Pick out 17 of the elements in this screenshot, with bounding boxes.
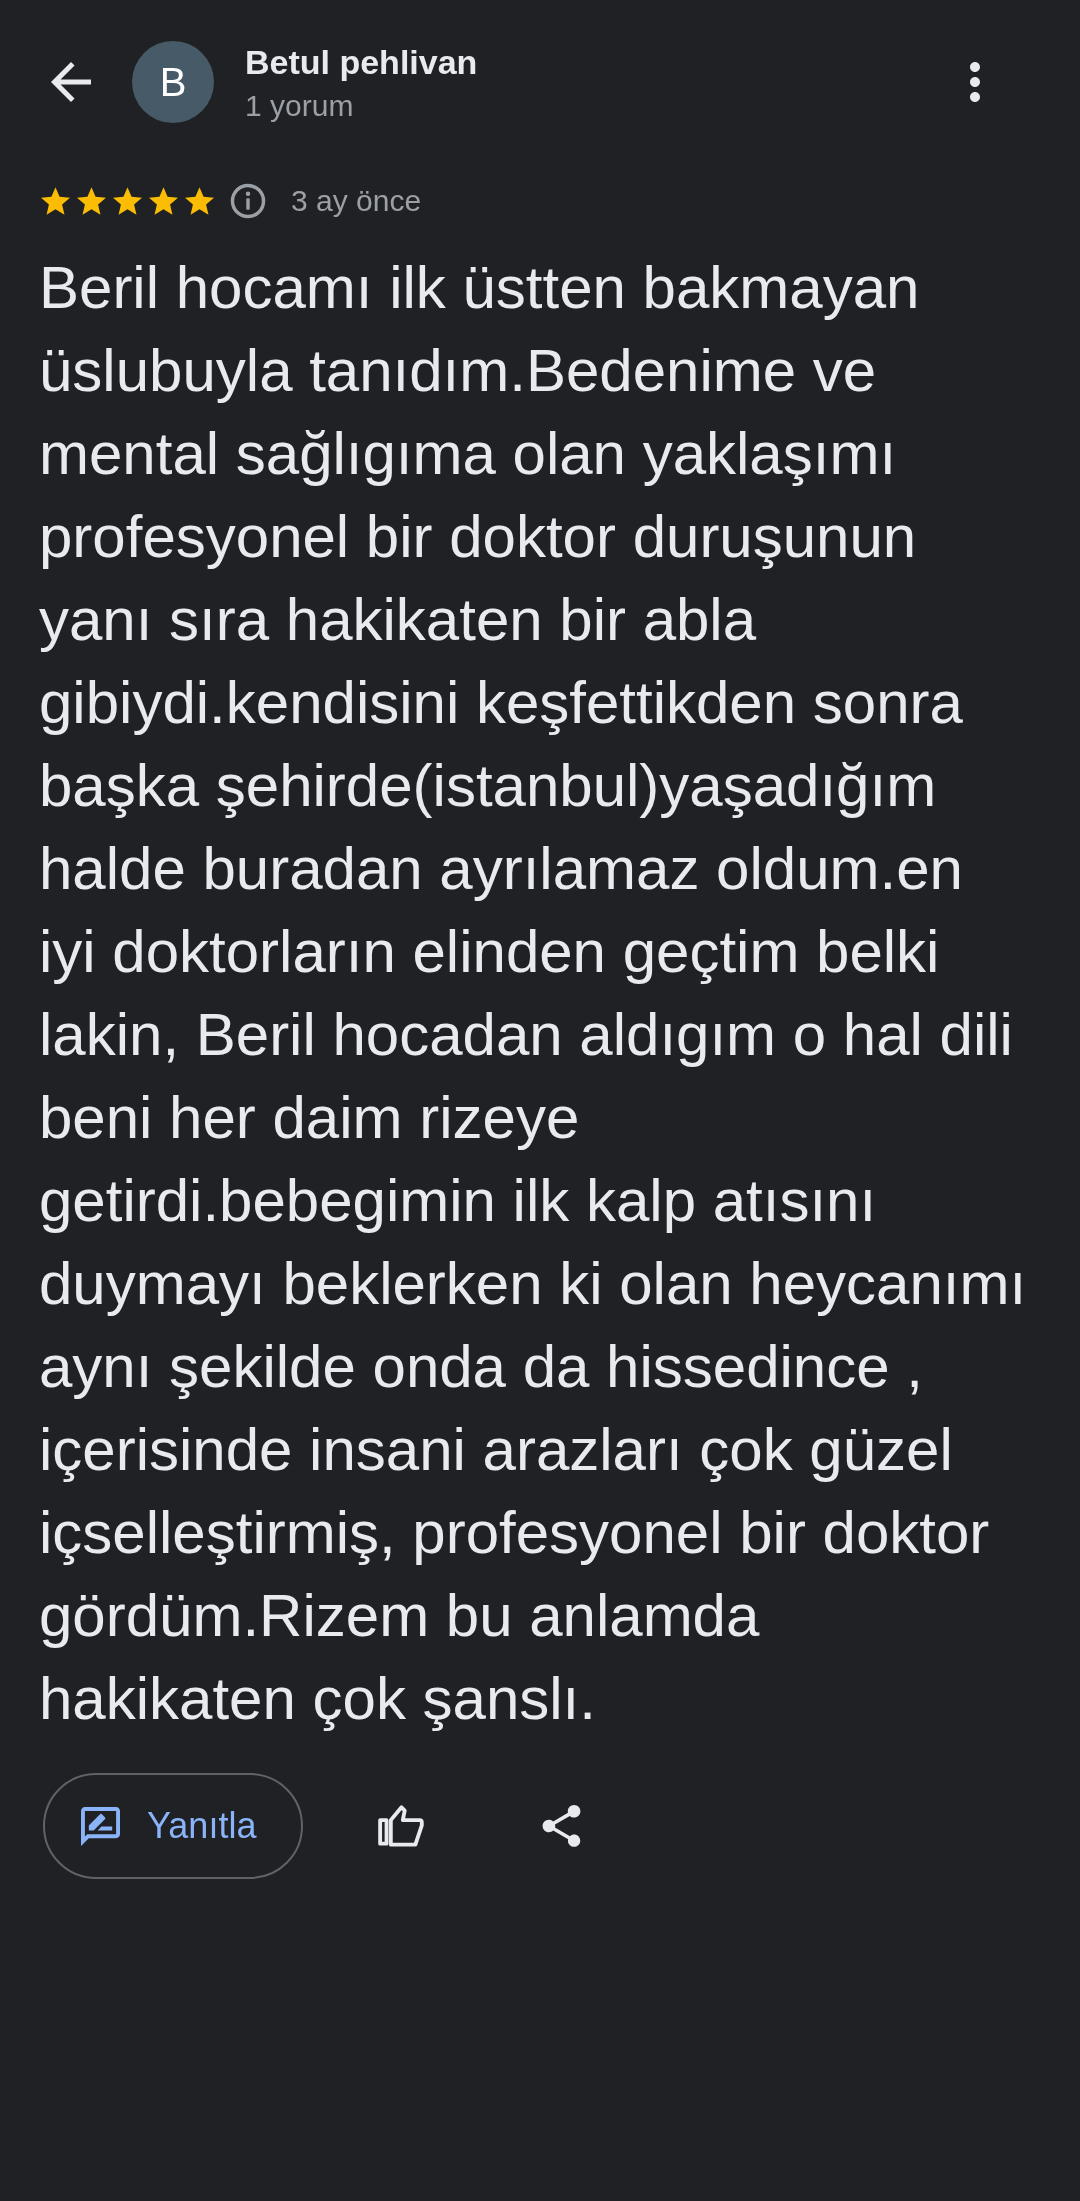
more-options-icon[interactable] <box>970 62 980 102</box>
star-icon <box>149 187 178 215</box>
back-arrow-icon[interactable] <box>50 62 92 102</box>
share-icon[interactable] <box>542 1805 582 1847</box>
star-icon <box>77 187 106 215</box>
thumbs-up-icon[interactable] <box>378 1804 426 1848</box>
author-name[interactable]: Betul pehlivan <box>245 42 478 82</box>
reply-button[interactable]: Yanıtla <box>43 1773 304 1879</box>
star-icon <box>185 187 214 215</box>
avatar: B <box>132 41 214 123</box>
star-icon <box>41 187 70 215</box>
review-date: 3 ay önce <box>291 183 422 219</box>
star-icon <box>113 187 142 215</box>
comment-edit-icon <box>80 1806 121 1846</box>
review-text: Beril hocamı ilk üstten bakmayan üslubuyla tanıdım.Bedenime ve mental sağlıgıma olan yaklaşımı profesyonel bir doktor duruşunun yanı sıra hakikaten bir abla gibiydi.kendisini keşfettikden sonra başka şehirde(istanbul)yaşadığım halde buradan ayrılamaz oldum.en iyi doktorların elinden geçtim belki lakin, Beril hocadan aldıgım o hal dili beni her daim rizeye getirdi.bebegimin ilk kalp atısını duymayı beklerken ki olan heycanımı aynı şekilde onda da hissedince , içerisinde insani arazları çok güzel içselleştirmiş, profesyonel bir doktor gördüm.Rizem bu anlamda hakikaten çok şanslı. <box>39 253 1027 1734</box>
review-count: 1 yorum <box>245 90 354 122</box>
info-icon[interactable] <box>229 182 267 220</box>
